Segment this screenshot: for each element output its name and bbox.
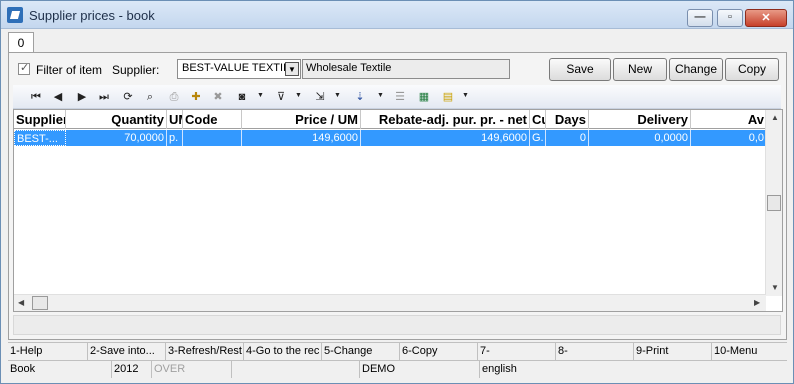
cell-code[interactable] [183,130,242,146]
copy-button[interactable]: Copy [725,58,779,81]
first-record-icon[interactable]: ⏮ [27,88,45,106]
supplier-combo[interactable]: BEST-VALUE TEXTILE ▼ [177,59,301,79]
excel-icon[interactable]: ▦ [415,88,433,106]
prices-grid[interactable]: Supplier Quantity UM Code Price / UM Reb… [13,109,783,312]
status-db: DEMO [360,361,480,378]
fkey-print[interactable]: 9-Print [634,343,712,360]
camera-dropdown-icon[interactable]: ▼ [257,92,265,100]
status-mode: OVER [152,361,232,378]
status-empty [232,361,360,378]
scroll-up-icon[interactable]: ▲ [771,113,779,122]
close-icon: ✕ [761,12,771,24]
title-bar[interactable]: Supplier prices - book — ▫ ✕ [1,1,793,29]
sort-dropdown-icon[interactable]: ▼ [377,92,385,100]
vertical-scroll-thumb[interactable] [767,195,781,211]
cell-days[interactable]: 0 [546,130,589,146]
status-bar: Book 2012 OVER DEMO english [8,360,787,378]
vertical-scrollbar[interactable]: ▲ ▼ [765,110,782,296]
notes-icon[interactable]: ▤ [439,88,457,106]
minimize-icon: — [694,11,706,23]
col-av[interactable]: Av [691,110,766,129]
fkey-copy[interactable]: 6-Copy [400,343,478,360]
col-rebate-net[interactable]: Rebate-adj. pur. pr. - net [361,110,530,129]
fkey-8[interactable]: 8- [556,343,634,360]
maximize-button[interactable]: ▫ [717,9,743,27]
print-icon[interactable]: ⎙ [165,88,183,106]
cell-um[interactable]: p. [167,130,183,146]
status-language: english [482,363,517,375]
filter-dropdown-icon[interactable]: ▼ [295,92,303,100]
filter-of-item-checkbox[interactable] [18,61,30,75]
status-year: 2012 [112,361,152,378]
horizontal-scrollbar[interactable]: ◀ ▶ [14,294,766,311]
notes-dropdown-icon[interactable]: ▼ [462,92,470,100]
horizontal-scroll-thumb[interactable] [32,296,48,310]
cell-price[interactable]: 149,6000 [242,130,361,146]
supplier-value: BEST-VALUE TEXTILE [182,62,297,74]
table-row[interactable]: BEST-... 70,0000 p. 149,6000 149,6000 G.… [14,130,766,146]
grid-header: Supplier Quantity UM Code Price / UM Reb… [14,110,766,129]
maximize-icon: ▫ [728,11,732,23]
cell-av[interactable]: 0,0 [691,130,766,146]
col-um[interactable]: UM [167,110,183,129]
fkey-change[interactable]: 5-Change [322,343,400,360]
window-title: Supplier prices - book [29,8,155,23]
remove-item-icon[interactable]: ✖ [209,88,227,106]
cell-quantity[interactable]: 70,0000 [66,130,167,146]
col-code[interactable]: Code [183,110,242,129]
col-supplier[interactable]: Supplier [14,110,66,129]
close-button[interactable]: ✕ [745,9,787,27]
export-icon[interactable]: ⇲ [311,88,329,106]
change-button[interactable]: Change [669,58,723,81]
prev-record-icon[interactable]: ◀ [49,88,67,106]
new-button[interactable]: New [613,58,667,81]
col-delivery[interactable]: Delivery [589,110,691,129]
cell-delivery[interactable]: 0,0000 [589,130,691,146]
chevron-down-icon[interactable]: ▼ [285,62,299,76]
fkey-go-to-record[interactable]: 4-Go to the rec [244,343,322,360]
sort-az-icon[interactable]: ⇣ [351,88,369,106]
fkey-refresh[interactable]: 3-Refresh/Rest [166,343,244,360]
cell-rebate[interactable]: 149,6000 [361,130,530,146]
scroll-down-icon[interactable]: ▼ [771,283,779,292]
app-icon [7,7,23,23]
tab-0[interactable]: 0 [8,32,34,53]
cell-cu[interactable]: G. [530,130,546,146]
supplier-name-field: Wholesale Textile [302,59,510,79]
last-record-icon[interactable]: ⏭ [95,88,113,106]
refresh-icon[interactable]: ⟳ [119,88,137,106]
filter-icon[interactable]: ⊽ [272,88,290,106]
col-quantity[interactable]: Quantity [66,110,167,129]
supplier-prices-window: Supplier prices - book — ▫ ✕ 0 Filter of… [0,0,794,384]
fkey-help[interactable]: 1-Help [8,343,88,360]
col-cu[interactable]: Cu [530,110,546,129]
save-into-button[interactable]: Save into... [549,58,611,97]
cell-supplier[interactable]: BEST-... [14,130,66,146]
camera-icon[interactable]: ◙ [233,88,251,106]
scroll-right-icon[interactable]: ▶ [754,298,760,307]
supplier-label: Supplier: [112,63,160,77]
find-icon[interactable]: ⌕ [141,88,159,106]
add-item-icon[interactable]: ✚ [187,88,205,106]
next-record-icon[interactable]: ▶ [73,88,91,106]
col-days[interactable]: Days [546,110,589,129]
columns-icon[interactable]: ☰ [391,88,409,106]
col-price-um[interactable]: Price / UM [242,110,361,129]
export-dropdown-icon[interactable]: ▼ [334,92,342,100]
status-book: Book [8,361,112,378]
minimize-button[interactable]: — [687,9,713,27]
function-key-bar: 1-Help 2-Save into... 3-Refresh/Rest 4-G… [8,342,787,360]
fkey-menu[interactable]: 10-Menu [712,343,787,360]
filter-of-item-label: Filter of item [36,63,103,77]
fkey-7[interactable]: 7- [478,343,556,360]
fkey-save-into[interactable]: 2-Save into... [88,343,166,360]
summary-bar [13,315,781,335]
scroll-left-icon[interactable]: ◀ [18,298,24,307]
